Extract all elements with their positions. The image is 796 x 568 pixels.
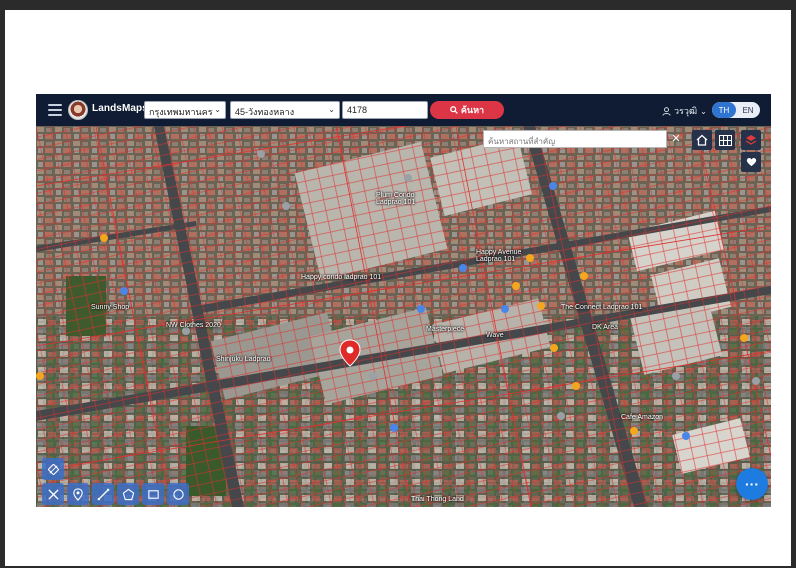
search-icon (450, 106, 458, 114)
parcel-number-input[interactable]: 4178 (342, 101, 428, 119)
polygon-icon[interactable] (117, 483, 139, 505)
map-label-cafe-amazon: Cafe Amazon (621, 414, 664, 421)
map-label-thai-thong: Thai Thong Land (411, 496, 464, 503)
circle-icon[interactable] (167, 483, 189, 505)
user-menu[interactable]: วรวุฒิ ⌄ (662, 104, 707, 118)
eraser-icon[interactable] (42, 458, 64, 480)
province-select[interactable]: กรุงเทพมหานคร ⌄ (144, 101, 226, 119)
more-options-button[interactable]: ··· (736, 468, 768, 500)
brand-name: LandsMaps (92, 103, 148, 114)
landmark-search-input[interactable]: ค้นหาสถานที่สำคัญ (483, 130, 667, 148)
page-canvas: Plum Condo Ladprao 101 Happy condo ladpra… (5, 10, 791, 566)
map-label-plum-condo: Plum Condo Ladprao 101 (376, 192, 416, 206)
parcel-number-value: 4178 (347, 105, 368, 115)
user-icon (662, 106, 671, 116)
home-icon[interactable] (692, 130, 712, 150)
landsmaps-logo (68, 100, 88, 120)
map-label-happy-condo: Happy condo ladprao 101 (301, 274, 382, 281)
layers-stack-icon[interactable] (741, 130, 761, 150)
landsmaps-app: Plum Condo Ladprao 101 Happy condo ladpra… (36, 94, 771, 507)
drawing-toolbar (42, 483, 189, 505)
chevron-down-icon: ⌄ (328, 105, 335, 114)
map-label-happy-avenue: Happy Avenue Ladprao 101 (476, 249, 522, 263)
close-icon[interactable]: ✕ (669, 132, 683, 146)
favorite-heart-icon[interactable] (741, 152, 761, 172)
district-value: 45-วังทองหลาง (235, 107, 295, 117)
map-label-shinjuku: Shinjuku Ladprao (216, 356, 271, 363)
pin-icon[interactable] (67, 483, 89, 505)
chevron-down-icon: ⌄ (700, 106, 707, 116)
measure-icon[interactable] (42, 483, 64, 505)
lang-th-option[interactable]: TH (712, 102, 736, 118)
map-label-the-connect: The Connect Ladprao 101 (561, 304, 643, 311)
grid-view-icon[interactable] (715, 130, 735, 150)
landmark-search-placeholder: ค้นหาสถานที่สำคัญ (488, 137, 556, 146)
map-label-dk-area: DK Area (592, 324, 619, 331)
satellite-map[interactable] (36, 126, 771, 507)
menu-icon[interactable] (48, 104, 62, 116)
language-toggle[interactable]: TH EN (712, 102, 760, 118)
map-label-sunny-shop: Sunny Shop (91, 304, 130, 311)
map-label-masterpiece: Masterpiece (426, 326, 465, 333)
lang-en-option[interactable]: EN (736, 102, 760, 118)
search-button[interactable]: ค้นหา (430, 101, 504, 119)
search-button-label: ค้นหา (460, 105, 485, 115)
district-select[interactable]: 45-วังทองหลาง ⌄ (230, 101, 340, 119)
line-icon[interactable] (92, 483, 114, 505)
top-navigation-bar: LandsMaps กรุงเทพมหานคร ⌄ 45-วังทองหลาง … (36, 94, 771, 126)
chevron-down-icon: ⌄ (214, 105, 221, 114)
map-label-nw-clothes: NW Clothes 2020 (166, 322, 221, 329)
user-name: วรวุฒิ (674, 106, 698, 116)
map-label-wave: Wave (486, 332, 504, 339)
rectangle-icon[interactable] (142, 483, 164, 505)
province-value: กรุงเทพมหานคร (149, 107, 213, 117)
